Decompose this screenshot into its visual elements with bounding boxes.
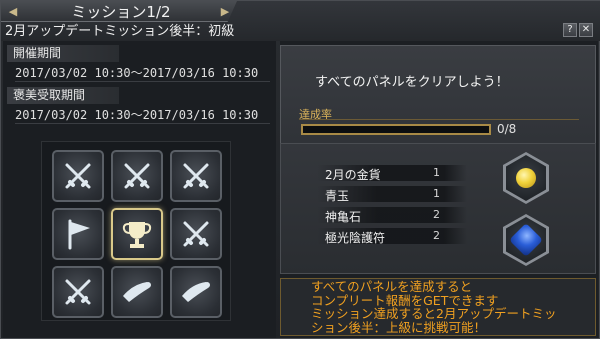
reward-slot-gem[interactable] xyxy=(503,214,549,266)
mission-panel-3[interactable] xyxy=(170,150,222,202)
trophy-icon xyxy=(122,222,152,248)
reward-qty: 2 xyxy=(433,208,440,221)
next-page-icon[interactable]: ▶ xyxy=(219,5,231,18)
crossed-swords-icon xyxy=(124,163,150,189)
period-label: 開催期間 xyxy=(7,45,119,62)
reward-row: 神亀石 2 xyxy=(317,205,467,224)
reward-period-label: 褒美受取期間 xyxy=(7,87,119,104)
info-line: ミッション達成すると2月アップデートミッ xyxy=(311,306,557,321)
achievement-progress-bar xyxy=(301,124,491,135)
reward-name: 青玉 xyxy=(325,189,350,203)
mission-panel-8[interactable] xyxy=(111,266,163,318)
horn-icon xyxy=(182,282,210,302)
reward-name: 2月の金貨 xyxy=(325,168,381,182)
horn-icon xyxy=(123,282,151,302)
mission-panel-9[interactable] xyxy=(170,266,222,318)
crossed-swords-icon xyxy=(65,279,91,305)
mission-panel-grid xyxy=(41,141,231,321)
mission-panel-5[interactable] xyxy=(111,208,163,260)
mission-message: すべてのパネルをクリアしよう！ xyxy=(315,75,509,90)
sapphire-gem-icon xyxy=(509,223,543,257)
window-title: ミッション1/2 xyxy=(71,3,171,21)
reward-row: 青玉 1 xyxy=(317,184,467,203)
mission-panel-4[interactable] xyxy=(52,208,104,260)
gold-coin-icon xyxy=(516,168,536,188)
reward-row: 極光陰護符 2 xyxy=(317,226,467,245)
crossed-swords-icon xyxy=(65,163,91,189)
crossed-swords-icon xyxy=(183,163,209,189)
close-button[interactable]: ✕ xyxy=(579,23,593,37)
reward-name: 極光陰護符 xyxy=(325,231,386,245)
reward-name: 神亀石 xyxy=(325,210,362,224)
right-panel: すべてのパネルをクリアしよう！ 達成率 0/8 2月の金貨 1 青玉 1 神亀石 xyxy=(280,41,598,338)
info-line: コンプリート報酬をGETできます xyxy=(311,292,499,308)
reward-period-value: 2017/03/02 10:30～2017/03/16 10:30 xyxy=(15,106,270,124)
divider xyxy=(299,119,579,120)
mission-window: ◀ ミッション1/2 ▶ 2月アップデートミッション後半：初級 ? ✕ 開催期間… xyxy=(0,0,600,339)
mission-panel-6[interactable] xyxy=(170,208,222,260)
reward-qty: 1 xyxy=(433,187,440,200)
achievement-progress-text: 0/8 xyxy=(497,122,517,136)
reward-row: 2月の金貨 1 xyxy=(317,163,467,182)
reward-box: 2月の金貨 1 青玉 1 神亀石 2 極光陰護符 2 xyxy=(280,143,596,274)
reward-qty: 2 xyxy=(433,229,440,242)
mission-subtitle: 2月アップデートミッション後半：初級 xyxy=(5,24,235,39)
title-bar: ◀ ミッション1/2 ▶ 2月アップデートミッション後半：初級 ? ✕ xyxy=(1,1,600,41)
info-line: すべてのパネルを達成すると xyxy=(311,279,473,294)
flag-icon xyxy=(68,219,90,250)
mission-panel-1[interactable] xyxy=(52,150,104,202)
reward-qty: 1 xyxy=(433,166,440,179)
period-value: 2017/03/02 10:30～2017/03/16 10:30 xyxy=(15,64,270,82)
help-button[interactable]: ? xyxy=(563,23,577,37)
mission-panel-2[interactable] xyxy=(111,150,163,202)
info-line: ション後半：上級に挑戦可能！ xyxy=(311,319,487,335)
crossed-swords-icon xyxy=(183,221,209,247)
complete-info-box: すべてのパネルを達成すると コンプリート報酬をGETできます ミッション達成する… xyxy=(280,278,596,336)
mission-panel-7[interactable] xyxy=(52,266,104,318)
reward-slot-coin[interactable] xyxy=(503,152,549,204)
prev-page-icon[interactable]: ◀ xyxy=(7,5,19,18)
